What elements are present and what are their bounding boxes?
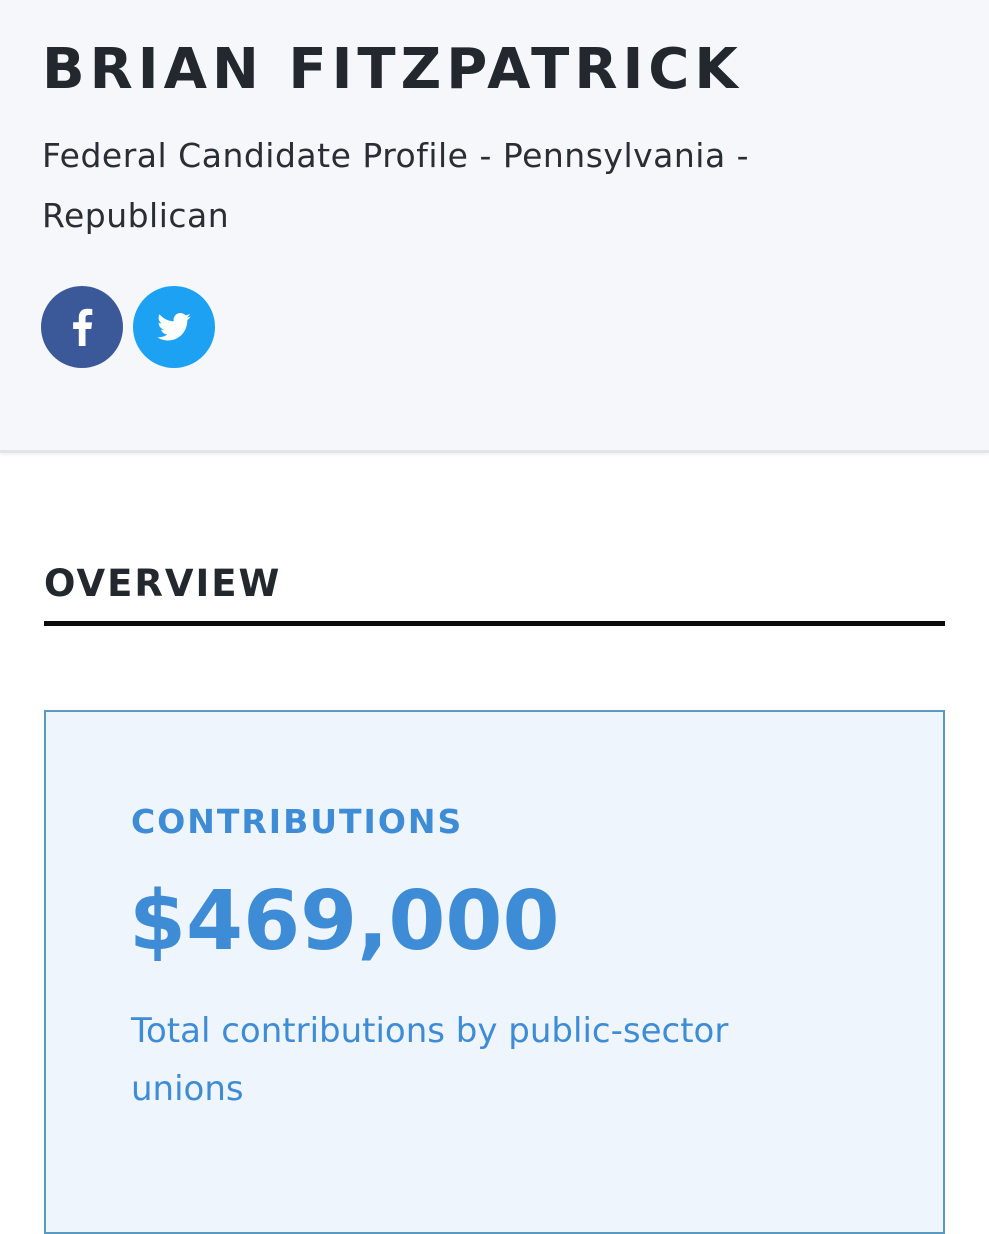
contributions-description: Total contributions by public-sector uni…	[131, 1011, 729, 1109]
contributions-value: $469,000	[129, 874, 560, 969]
contributions-card: CONTRIBUTIONS $469,000 Total contributio…	[44, 710, 945, 1234]
facebook-share-button[interactable]	[41, 286, 123, 368]
twitter-icon	[157, 313, 191, 341]
section-divider	[44, 621, 945, 626]
contributions-label: CONTRIBUTIONS	[131, 802, 464, 841]
candidate-subtitle: Federal Candidate Profile - Pennsylvania…	[42, 136, 750, 235]
profile-header: BRIAN FITZPATRICK Federal Candidate Prof…	[0, 0, 989, 453]
twitter-share-button[interactable]	[133, 286, 215, 368]
candidate-name: BRIAN FITZPATRICK	[42, 37, 743, 102]
facebook-icon	[73, 308, 93, 346]
overview-heading: OVERVIEW	[44, 562, 282, 605]
